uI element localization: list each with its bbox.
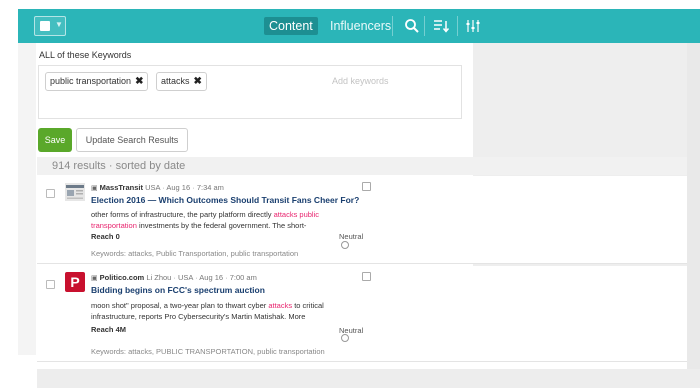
reach-value: Reach 0 (91, 232, 120, 241)
matched-keywords: Keywords: attacks, Public Transportation… (91, 249, 299, 258)
tab-content[interactable]: Content (264, 17, 318, 35)
keywords-input-box[interactable]: public transportation ✖ attacks ✖ Add keyw… (38, 65, 462, 119)
checkbox-icon (40, 21, 50, 31)
keyword-chip[interactable]: attacks ✖ (156, 72, 207, 91)
source-time: 7:00 am (229, 273, 257, 282)
author-name[interactable]: Li Zhou (146, 273, 171, 282)
article-snippet: moon shot" proposal, a two-year plan to … (91, 300, 361, 322)
source-country: USA (178, 273, 194, 282)
politico-logo: P (65, 272, 85, 292)
chevron-down-icon: ▼ (55, 20, 63, 29)
source-date: Aug 16 (166, 183, 191, 192)
bottom-strip (37, 369, 700, 388)
result-card: P ▣ Politico.com Li Zhou · USA · Aug 16 ·… (37, 266, 687, 362)
source-name[interactable]: MassTransit (100, 183, 143, 192)
sentiment-indicator-icon (341, 334, 349, 342)
source-time: 7:34 am (196, 183, 224, 192)
keyword-chip-label: public transportation (50, 76, 132, 86)
select-all-dropdown[interactable]: ▼ (34, 16, 66, 36)
result-checkbox[interactable] (46, 189, 55, 198)
search-icon[interactable] (403, 16, 421, 36)
source-country: USA (145, 183, 161, 192)
article-title[interactable]: Bidding begins on FCC's spectrum auction (91, 285, 265, 295)
tab-influencers[interactable]: Influencers (325, 17, 396, 35)
article-snippet: other forms of infrastructure, the party… (91, 209, 361, 231)
keyword-chip[interactable]: public transportation ✖ (45, 72, 149, 91)
remove-keyword-icon[interactable]: ✖ (194, 76, 202, 87)
rss-icon: ▣ (91, 275, 98, 282)
source-line: ▣ Politico.com Li Zhou · USA · Aug 16 · 7… (91, 273, 257, 282)
keyword-chip-label: attacks (161, 76, 190, 86)
source-name[interactable]: Politico.com (100, 273, 145, 282)
keywords-section-title: ALL of these Keywords (39, 50, 132, 60)
external-link-icon[interactable] (362, 182, 371, 191)
matched-keywords: Keywords: attacks, PUBLIC TRANSPORTATION… (91, 347, 325, 356)
result-card: ▣ MassTransit USA · Aug 16 · 7:34 am Elec… (37, 176, 687, 264)
sentiment-indicator-icon (341, 241, 349, 249)
external-link-icon[interactable] (362, 272, 371, 281)
rss-icon: ▣ (91, 185, 98, 192)
save-button[interactable]: Save (38, 128, 72, 152)
result-checkbox[interactable] (46, 280, 55, 289)
top-toolbar: ▼ Content Influencers (18, 9, 700, 43)
add-keywords-input[interactable]: Add keywords (332, 76, 389, 86)
remove-keyword-icon[interactable]: ✖ (135, 76, 143, 87)
source-line: ▣ MassTransit USA · Aug 16 · 7:34 am (91, 183, 224, 192)
article-thumbnail (65, 183, 85, 201)
sentiment-label[interactable]: Neutral (339, 232, 363, 241)
article-title[interactable]: Election 2016 — Which Outcomes Should Tr… (91, 195, 359, 205)
toolbar-divider (392, 16, 393, 36)
snippet-text: investments by the federal government. T… (136, 221, 307, 230)
results-summary: 914 results · sorted by date (52, 160, 186, 172)
toolbar-divider (424, 16, 425, 36)
snippet-highlight: attacks (268, 301, 293, 310)
update-search-results-button[interactable]: Update Search Results (76, 128, 188, 152)
snippet-text: other forms of infrastructure, the party… (91, 210, 274, 219)
reach-value: Reach 4M (91, 325, 127, 334)
snippet-text: moon shot" proposal, a two-year plan to … (91, 301, 269, 310)
left-gutter (18, 43, 36, 355)
right-edge-background (687, 28, 700, 388)
toolbar-divider (457, 16, 458, 36)
sort-icon[interactable] (432, 16, 450, 36)
filter-sliders-icon[interactable] (464, 16, 482, 36)
source-date: Aug 16 (199, 273, 224, 282)
